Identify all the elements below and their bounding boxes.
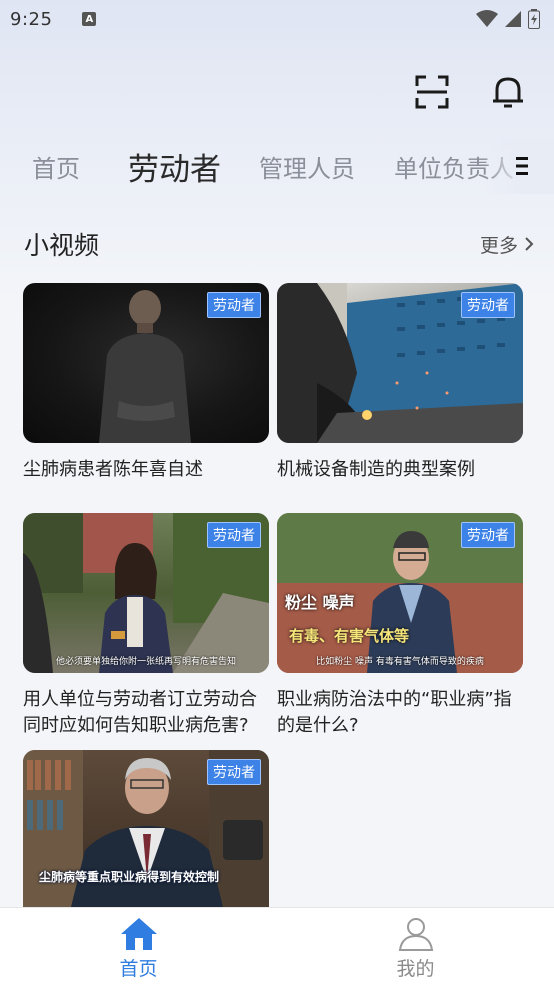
user-icon xyxy=(398,918,433,951)
notification-button[interactable] xyxy=(490,72,526,112)
video-overlay-text: 有毒、有害气体等 xyxy=(289,627,410,645)
nav-home[interactable]: 首页 xyxy=(0,908,277,985)
nav-home-label: 首页 xyxy=(119,958,158,980)
chevron-right-icon xyxy=(525,237,534,251)
home-icon xyxy=(120,918,157,950)
battery-icon xyxy=(528,9,540,29)
video-card[interactable]: 劳动者 粉尘 噪声 有毒、有害气体等 比如粉尘 噪声 有毒有害气体而导致的疾病 … xyxy=(277,513,523,739)
top-actions xyxy=(414,72,526,112)
video-thumbnail[interactable]: 劳动者 他必须要单独给你附一张纸再写明有危害告知 xyxy=(23,513,269,673)
bottom-nav: 首页 我的 xyxy=(0,907,554,985)
video-card[interactable]: 劳动者 尘肺病等重点职业病得到有效控制 xyxy=(23,750,269,907)
wifi-icon xyxy=(476,10,498,27)
status-icons xyxy=(476,9,540,29)
video-caption: 尘肺病等重点职业病得到有效控制 xyxy=(39,870,220,884)
scan-icon xyxy=(415,75,449,109)
category-badge: 劳动者 xyxy=(207,292,261,318)
video-overlay-text: 粉尘 噪声 xyxy=(285,593,355,612)
status-bar: 9:25 A xyxy=(0,0,554,38)
video-caption: 比如粉尘 噪声 有毒有害气体而导致的疾病 xyxy=(316,657,484,667)
video-card[interactable]: 劳动者 机械设备制造的典型案例 xyxy=(277,283,523,483)
category-badge: 劳动者 xyxy=(207,522,261,548)
video-thumbnail[interactable]: 劳动者 粉尘 噪声 有毒、有害气体等 比如粉尘 噪声 有毒有害气体而导致的疾病 xyxy=(277,513,523,673)
video-card[interactable]: 劳动者 他必须要单独给你附一张纸再写明有危害告知 用人单位与劳动者订立劳动合同时… xyxy=(23,513,269,739)
signal-icon xyxy=(505,11,521,27)
video-thumbnail[interactable]: 劳动者 尘肺病等重点职业病得到有效控制 xyxy=(23,750,269,907)
video-title: 尘肺病患者陈年喜自述 xyxy=(23,459,203,480)
status-time: 9:25 xyxy=(10,8,53,30)
category-badge: 劳动者 xyxy=(207,759,261,785)
nav-profile[interactable]: 我的 xyxy=(277,908,554,985)
tab-manager[interactable]: 管理人员 xyxy=(259,149,355,184)
category-badge: 劳动者 xyxy=(461,292,515,318)
video-card[interactable]: 劳动者 尘肺病患者陈年喜自述 xyxy=(23,283,269,483)
section-header: 小视频 更多 xyxy=(24,222,534,266)
section-title: 小视频 xyxy=(24,231,100,260)
category-tabs: 首页 劳动者 管理人员 单位负责人 xyxy=(0,138,554,194)
video-thumbnail[interactable]: 劳动者 xyxy=(277,283,523,443)
tabs-menu-icon[interactable] xyxy=(514,154,534,178)
bell-icon xyxy=(493,77,523,108)
nav-profile-label: 我的 xyxy=(396,958,435,980)
video-title: 职业病防治法中的“职业病”指的是什么? xyxy=(277,689,512,736)
notification-icon: A xyxy=(82,12,97,26)
video-title: 用人单位与劳动者订立劳动合同时应如何告知职业病危害? xyxy=(23,689,257,736)
tab-home[interactable]: 首页 xyxy=(32,149,80,184)
video-title: 机械设备制造的典型案例 xyxy=(277,459,475,480)
scan-button[interactable] xyxy=(414,72,450,112)
tab-worker[interactable]: 劳动者 xyxy=(128,144,221,189)
category-badge: 劳动者 xyxy=(461,522,515,548)
more-link[interactable]: 更多 xyxy=(480,231,534,258)
video-caption: 他必须要单独给你附一张纸再写明有危害告知 xyxy=(55,657,236,667)
video-thumbnail[interactable]: 劳动者 xyxy=(23,283,269,443)
more-label: 更多 xyxy=(479,234,518,257)
